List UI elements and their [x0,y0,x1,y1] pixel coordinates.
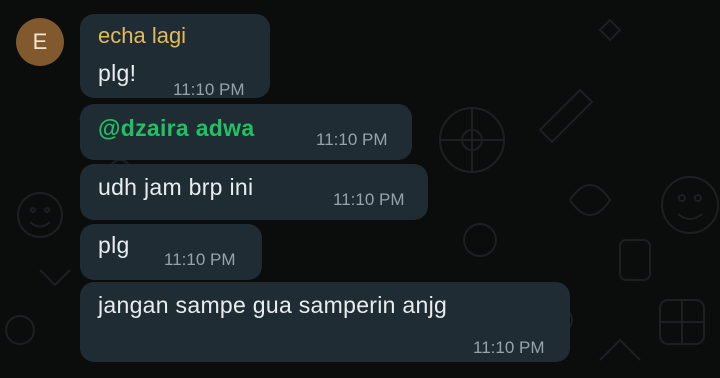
message-time: 11:10 PM [173,80,245,99]
message-time: 11:10 PM [316,130,388,149]
message-bubble[interactable]: echa lagi plg! 11:10 PM [80,14,270,99]
avatar-letter: E [32,29,48,54]
message-text: plg! [98,60,137,86]
mention-link[interactable]: @dzaira adwa [98,115,254,142]
message-text: plg [98,232,130,258]
message-time: 11:10 PM [473,338,545,357]
message-bubble[interactable]: udh jam brp ini 11:10 PM [80,164,428,220]
message-time: 11:10 PM [333,190,405,209]
message-bubble[interactable]: jangan sampe gua samperin anjg 11:10 PM [80,282,570,362]
message-time: 11:10 PM [164,250,236,269]
message-bubble[interactable]: plg 11:10 PM [80,224,262,280]
message-text: jangan sampe gua samperin anjg [98,292,448,318]
sender-name[interactable]: echa lagi [98,23,186,49]
sender-avatar[interactable]: E [16,18,64,66]
message-text: udh jam brp ini [98,174,254,200]
message-bubble[interactable]: @dzaira adwa 11:10 PM [80,104,412,160]
